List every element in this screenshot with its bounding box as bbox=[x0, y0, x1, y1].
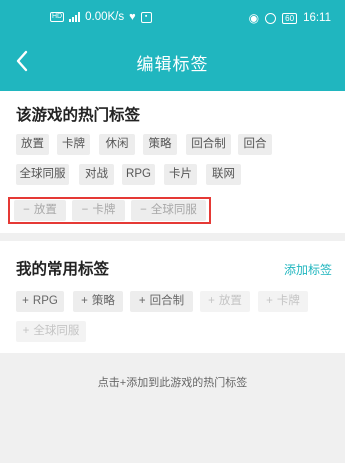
minus-icon: − bbox=[140, 204, 147, 216]
app-header: HD 0.00K/s ♥ ▪ ◉ 60 16:11 编辑标签 bbox=[0, 0, 345, 91]
hot-tag[interactable]: 联网 bbox=[206, 164, 241, 185]
selected-tag-label: 放置 bbox=[33, 204, 57, 216]
hd-icon: HD bbox=[50, 12, 65, 22]
status-network: HD 0.00K/s ♥ ▪ bbox=[50, 11, 152, 23]
plus-icon: + bbox=[81, 295, 88, 307]
hot-tag[interactable]: 卡片 bbox=[164, 164, 197, 185]
common-tag[interactable]: + 策略 bbox=[73, 291, 123, 312]
selected-tag-label: 卡牌 bbox=[92, 204, 116, 216]
notification-icon: ▪ bbox=[140, 11, 152, 23]
status-bar: HD 0.00K/s ♥ ▪ ◉ 60 16:11 bbox=[0, 0, 345, 34]
common-tag-label: 放置 bbox=[218, 295, 242, 307]
selected-tag[interactable]: − 卡牌 bbox=[72, 200, 125, 221]
common-tag-label: 策略 bbox=[91, 295, 115, 307]
common-tag-label: 回合制 bbox=[149, 295, 185, 307]
hot-tag[interactable]: 全球同服 bbox=[16, 164, 69, 185]
hot-tag[interactable]: 策略 bbox=[143, 134, 177, 155]
minus-icon: − bbox=[81, 204, 89, 216]
hot-tag[interactable]: 放置 bbox=[16, 134, 49, 155]
hot-tag[interactable]: 回合 bbox=[238, 134, 272, 155]
signal-icon bbox=[69, 12, 81, 22]
hint-text: 点击+添加到此游戏的热门标签 bbox=[97, 377, 248, 389]
battery-icon: 60 bbox=[282, 12, 298, 24]
common-tag[interactable]: + 回合制 bbox=[130, 291, 193, 312]
hot-tag[interactable]: RPG bbox=[122, 164, 155, 185]
hot-tags-title: 该游戏的热门标签 bbox=[16, 107, 141, 124]
plus-icon: + bbox=[266, 295, 273, 307]
selected-tag[interactable]: − 放置 bbox=[14, 200, 66, 221]
plus-icon: + bbox=[138, 295, 146, 307]
heart-icon: ♥ bbox=[129, 11, 136, 23]
plus-icon: + bbox=[22, 325, 30, 337]
network-speed: 0.00K/s bbox=[85, 11, 125, 23]
selected-tag[interactable]: − 全球同服 bbox=[131, 200, 206, 221]
plus-icon: + bbox=[22, 295, 29, 307]
common-tag-label: RPG bbox=[32, 295, 58, 307]
hot-tag[interactable]: 休闲 bbox=[99, 134, 135, 155]
common-tag[interactable]: + 放置 bbox=[200, 291, 250, 312]
common-tag[interactable]: + RPG bbox=[16, 291, 64, 312]
hot-tag[interactable]: 卡牌 bbox=[57, 134, 90, 155]
minus-icon: − bbox=[23, 204, 30, 216]
hot-tag[interactable]: 回合制 bbox=[186, 134, 231, 155]
hot-tag[interactable]: 对战 bbox=[79, 164, 114, 185]
status-indicators: ◉ 60 16:11 bbox=[249, 11, 331, 25]
common-tag[interactable]: + 全球同服 bbox=[16, 321, 86, 342]
page-title: 编辑标签 bbox=[136, 55, 209, 74]
common-tag-label: 卡牌 bbox=[276, 295, 300, 307]
selected-tag-label: 全球同服 bbox=[150, 204, 197, 216]
common-tags-title: 我的常用标签 bbox=[16, 261, 110, 278]
alarm-icon bbox=[265, 12, 277, 24]
eye-icon: ◉ bbox=[248, 11, 260, 25]
status-time: 16:11 bbox=[303, 12, 331, 24]
add-tag-link[interactable]: 添加标签 bbox=[284, 261, 332, 278]
plus-icon: + bbox=[208, 295, 215, 307]
common-tag-label: 全球同服 bbox=[33, 325, 80, 337]
common-tag[interactable]: + 卡牌 bbox=[258, 291, 308, 312]
